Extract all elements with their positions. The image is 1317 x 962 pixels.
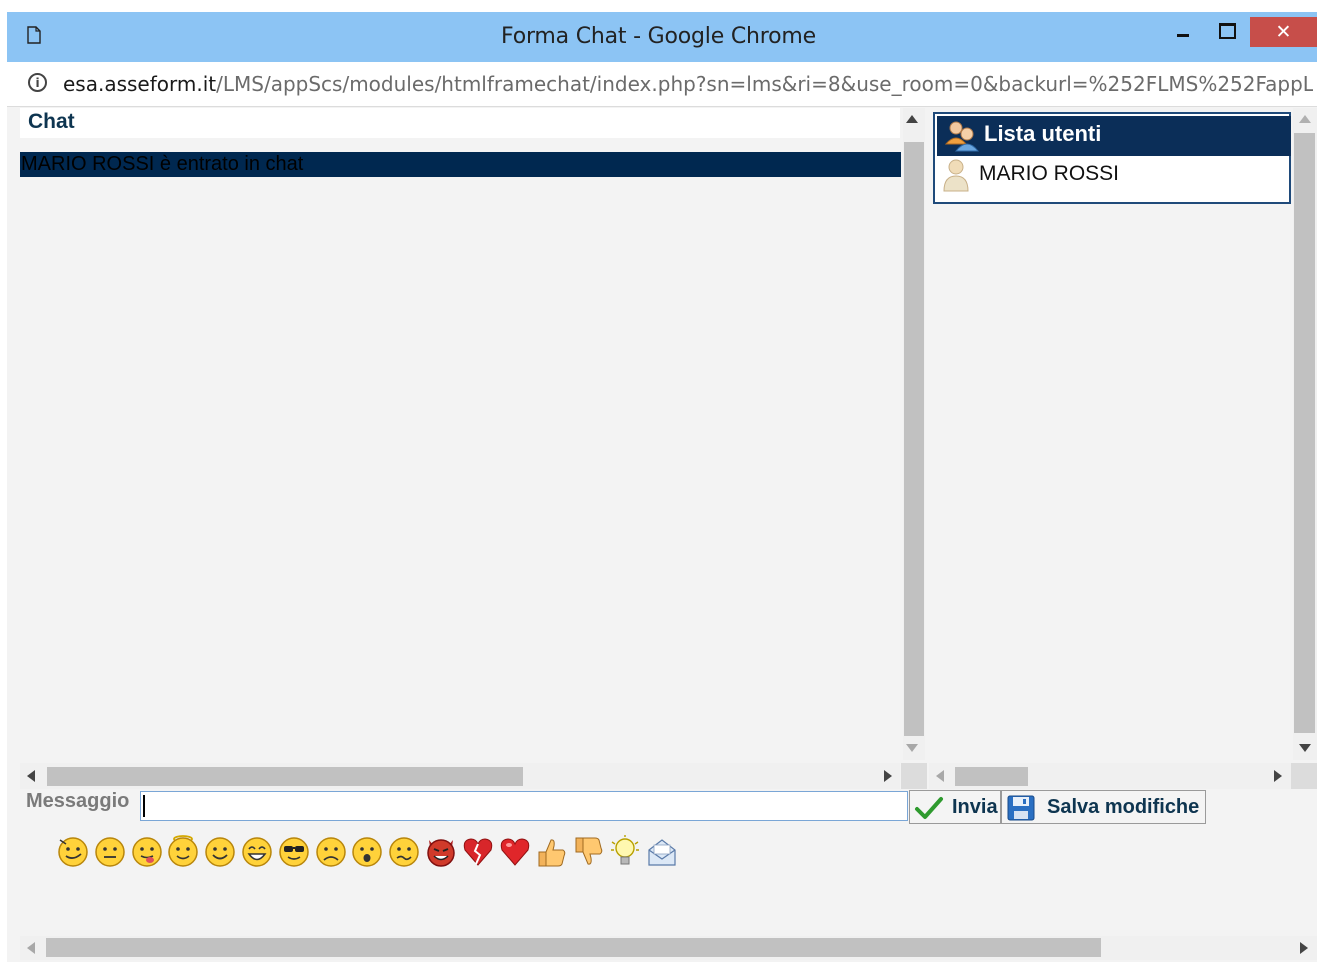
page-horizontal-scroll-thumb[interactable] xyxy=(46,938,1101,957)
scroll-up-arrow-icon[interactable] xyxy=(906,115,918,123)
chat-title: Chat xyxy=(28,110,75,133)
scroll-left-arrow-icon[interactable] xyxy=(27,770,35,782)
thumbs-up-emoticon[interactable] xyxy=(534,834,568,870)
scroll-right-arrow-icon[interactable] xyxy=(1300,942,1308,954)
lightbulb-emoticon[interactable] xyxy=(608,834,642,870)
tongue-emoticon[interactable] xyxy=(130,834,164,870)
message-input[interactable] xyxy=(140,791,908,821)
scrollbar-corner xyxy=(901,763,927,789)
url-path: /LMS/appScs/modules/htmlframechat/index.… xyxy=(216,72,1313,96)
chat-message-text: MARIO ROSSI è entrato in chat xyxy=(21,153,304,175)
info-icon[interactable]: i xyxy=(28,73,47,92)
scroll-left-arrow-icon[interactable] xyxy=(936,770,944,782)
users-group-icon xyxy=(945,121,979,152)
close-icon: ✕ xyxy=(1275,21,1292,43)
smirk-emoticon[interactable] xyxy=(56,834,90,870)
maximize-icon xyxy=(1219,23,1236,39)
url-host: esa.asseform.it xyxy=(63,72,217,96)
confused-emoticon[interactable] xyxy=(387,834,421,870)
chat-horizontal-scroll-thumb[interactable] xyxy=(47,767,523,786)
users-vertical-scroll-thumb[interactable] xyxy=(1294,133,1315,733)
send-button-label[interactable]: Invia xyxy=(952,796,998,819)
message-label: Messaggio xyxy=(26,790,130,812)
close-button[interactable]: ✕ xyxy=(1250,17,1317,47)
scroll-right-arrow-icon[interactable] xyxy=(884,770,892,782)
scroll-left-arrow-icon[interactable] xyxy=(27,942,35,954)
thumbs-down-emoticon[interactable] xyxy=(571,834,605,870)
url-text[interactable]: esa.asseform.it/LMS/appScs/modules/htmlf… xyxy=(63,72,1313,96)
minimize-icon xyxy=(1177,34,1189,37)
user-list-item[interactable]: MARIO ROSSI xyxy=(979,162,1119,186)
smile-emoticon[interactable] xyxy=(203,834,237,870)
surprised-emoticon[interactable] xyxy=(350,834,384,870)
scrollbar-corner xyxy=(1291,763,1317,789)
maximize-button[interactable] xyxy=(1208,20,1248,48)
emoticon-bar xyxy=(56,834,696,874)
scroll-down-arrow-icon[interactable] xyxy=(906,744,918,752)
mail-emoticon[interactable] xyxy=(645,834,679,870)
scroll-right-arrow-icon[interactable] xyxy=(1274,770,1282,782)
floppy-disk-icon xyxy=(1007,795,1035,821)
heart-emoticon[interactable] xyxy=(498,834,532,870)
minimize-button[interactable] xyxy=(1165,20,1205,48)
angel-emoticon[interactable] xyxy=(166,834,200,870)
users-horizontal-scroll-thumb[interactable] xyxy=(955,767,1028,786)
save-changes-label[interactable]: Salva modifiche xyxy=(1047,796,1199,819)
broken-heart-emoticon[interactable] xyxy=(461,834,495,870)
sad-emoticon[interactable] xyxy=(314,834,348,870)
laugh-emoticon[interactable] xyxy=(240,834,274,870)
scroll-down-arrow-icon[interactable] xyxy=(1299,744,1311,752)
cool-emoticon[interactable] xyxy=(277,834,311,870)
chat-vertical-scroll-thumb[interactable] xyxy=(904,142,924,736)
checkmark-icon xyxy=(915,797,943,819)
window-title: Forma Chat - Google Chrome xyxy=(501,24,816,49)
user-icon xyxy=(943,159,969,192)
users-panel-title: Lista utenti xyxy=(984,121,1102,146)
devil-emoticon[interactable] xyxy=(424,834,458,870)
chat-header xyxy=(20,108,900,138)
text-caret xyxy=(143,795,145,817)
scroll-up-arrow-icon[interactable] xyxy=(1299,115,1311,123)
neutral-emoticon[interactable] xyxy=(93,834,127,870)
